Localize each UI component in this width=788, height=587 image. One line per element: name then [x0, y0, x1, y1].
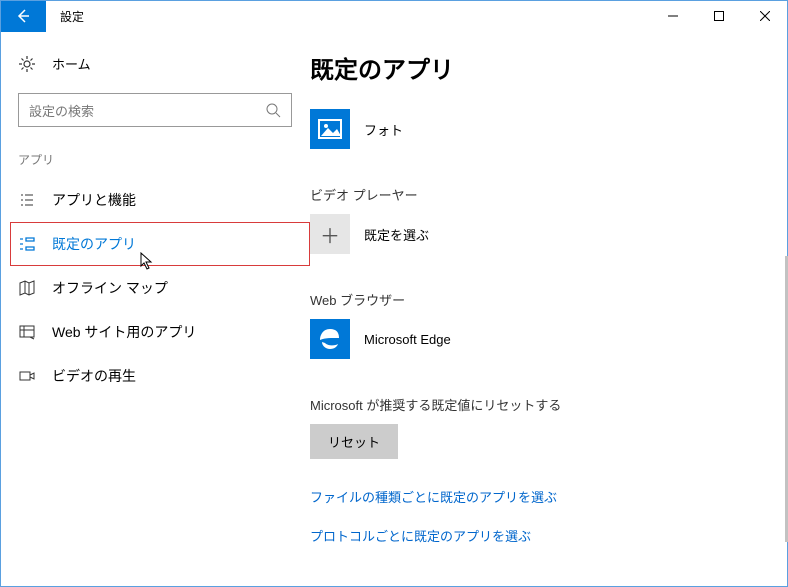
photos-tile [310, 109, 350, 149]
arrow-left-icon [15, 8, 31, 24]
map-icon [18, 279, 36, 297]
sidebar-item-label: アプリと機能 [52, 190, 136, 210]
choose-default-tile: ＋ [310, 214, 350, 254]
sidebar-item-video-playback[interactable]: ビデオの再生 [0, 354, 310, 398]
category-web-browser: Web ブラウザー [310, 290, 768, 309]
search-icon [265, 102, 281, 118]
maximize-icon [714, 11, 724, 21]
sidebar-item-label: Web サイト用のアプリ [52, 322, 196, 342]
gear-icon [18, 55, 36, 73]
home-label: ホーム [52, 54, 91, 73]
sidebar-item-apps-for-websites[interactable]: Web サイト用のアプリ [0, 310, 310, 354]
sidebar-item-apps-features[interactable]: アプリと機能 [0, 178, 310, 222]
default-app-photos[interactable]: フォト [310, 109, 768, 149]
window-controls [650, 0, 788, 32]
sidebar: ホーム 設定の検索 アプリ アプリと機能 既定のアプリ オフライン マップ [0, 32, 310, 587]
close-button[interactable] [742, 0, 788, 32]
close-icon [760, 11, 770, 21]
default-apps-icon [18, 235, 36, 253]
list-icon [18, 191, 36, 209]
home-button[interactable]: ホーム [0, 44, 310, 83]
plus-icon: ＋ [320, 220, 340, 249]
edge-tile [310, 319, 350, 359]
reset-button[interactable]: リセット [310, 424, 398, 459]
link-by-filetype[interactable]: ファイルの種類ごとに既定のアプリを選ぶ [310, 487, 768, 506]
reset-description: Microsoft が推奨する既定値にリセットする [310, 395, 768, 414]
app-name: フォト [364, 120, 403, 139]
minimize-button[interactable] [650, 0, 696, 32]
app-name: Microsoft Edge [364, 332, 451, 347]
default-app-browser[interactable]: Microsoft Edge [310, 319, 768, 359]
default-app-video[interactable]: ＋ 既定を選ぶ [310, 214, 768, 254]
minimize-icon [668, 11, 678, 21]
sidebar-item-label: 既定のアプリ [52, 234, 136, 254]
link-by-protocol[interactable]: プロトコルごとに既定のアプリを選ぶ [310, 526, 768, 545]
sidebar-section-label: アプリ [0, 145, 310, 178]
window-title: 設定 [46, 8, 84, 25]
sidebar-item-label: オフライン マップ [52, 278, 168, 298]
sidebar-item-default-apps[interactable]: 既定のアプリ [0, 222, 310, 266]
maximize-button[interactable] [696, 0, 742, 32]
search-placeholder: 設定の検索 [29, 101, 94, 120]
edge-icon [317, 326, 343, 352]
website-apps-icon [18, 323, 36, 341]
choose-default-label: 既定を選ぶ [364, 225, 429, 244]
video-icon [18, 367, 36, 385]
back-button[interactable] [0, 0, 46, 32]
category-video-player: ビデオ プレーヤー [310, 185, 768, 204]
sidebar-item-label: ビデオの再生 [52, 366, 136, 386]
page-title: 既定のアプリ [310, 50, 768, 85]
photos-icon [317, 116, 343, 142]
main-content: 既定のアプリ フォト ビデオ プレーヤー ＋ 既定を選ぶ Web ブラウザー [310, 32, 788, 587]
search-input[interactable]: 設定の検索 [18, 93, 292, 127]
titlebar: 設定 [0, 0, 788, 32]
sidebar-item-offline-maps[interactable]: オフライン マップ [0, 266, 310, 310]
